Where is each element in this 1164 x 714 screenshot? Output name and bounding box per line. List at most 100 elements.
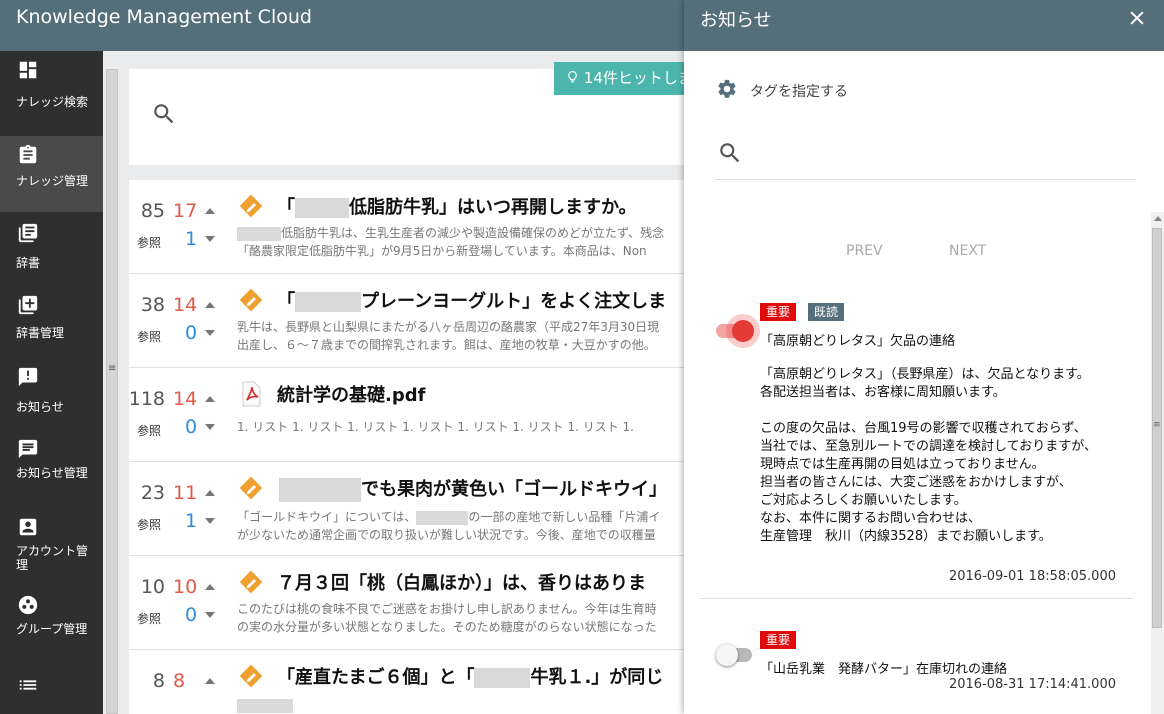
sidebar-item-knowledge-admin[interactable]: ナレッジ管理: [0, 136, 103, 212]
result-row[interactable]: 85 17 参照 1 「 低脂肪牛乳」はいつ再開しますか。 低脂肪牛乳は、生乳生産…: [129, 180, 689, 274]
title-part: 牛乳１.」が同じ: [530, 667, 664, 688]
sidebar-item-knowledge-search[interactable]: ナレッジ検索: [0, 51, 103, 136]
dislike-arrow-icon[interactable]: [205, 236, 215, 242]
sidebar-item-dictionary[interactable]: 辞書: [0, 212, 103, 282]
like-count: 14: [173, 294, 198, 316]
notice-date: 2016-09-01 18:58:05.000: [948, 569, 1116, 584]
result-title[interactable]: 「 低脂肪牛乳」はいつ再開しますか。: [277, 193, 637, 219]
result-row[interactable]: 118 14 参照 0 統計学の基礎.pdf 1. リスト 1. リスト 1. …: [129, 368, 689, 462]
like-count: 14: [173, 388, 198, 410]
like-arrow-icon[interactable]: [205, 208, 215, 214]
result-title[interactable]: 「産直たまご６個」と「 牛乳１.」が同じ: [277, 663, 663, 689]
knowledge-icon: [239, 664, 263, 688]
result-title[interactable]: 統計学の基礎.pdf: [277, 381, 425, 407]
result-snippet: 1. リスト 1. リスト 1. リスト 1. リスト 1. リスト 1. リス…: [237, 418, 634, 436]
read-toggle[interactable]: [716, 644, 752, 666]
hit-count-badge: 14件ヒットしました: [554, 62, 689, 95]
result-title[interactable]: 「 プレーンヨーグルト」をよく注文しま: [277, 287, 666, 313]
result-row[interactable]: 23 11 参照 1 でも果肉が黄色い「ゴールドキウイ」 「ゴールドキウイ」につ…: [129, 462, 689, 556]
snippet-line: の実の水分量が多い状態となりました。そのため糖度がのらない状態になった: [237, 620, 657, 634]
like-arrow-icon[interactable]: [205, 396, 215, 402]
redacted-text: [474, 668, 531, 688]
title-part: 「産直たまご６個」と「: [277, 667, 475, 688]
ref-label: 参照: [137, 424, 162, 438]
scroll-up-arrow-icon[interactable]: [1154, 216, 1162, 221]
title-part: 「: [277, 197, 295, 218]
read-toggle[interactable]: [716, 320, 754, 342]
dislike-arrow-icon[interactable]: [205, 612, 215, 618]
notice-subject: 「山岳乳業 発酵バター」在庫切れの連絡: [760, 662, 1008, 677]
sidebar-item-label: ナレッジ検索: [16, 95, 89, 109]
announcement-icon: [18, 367, 38, 387]
result-snippet: 乳牛は、長野県と山梨県にまたがる八ヶ岳周辺の酪農家（平成27年3月30日現 出産…: [237, 318, 659, 354]
sidebar-item-notices[interactable]: お知らせ: [0, 352, 103, 422]
snippet-line: このたびは桃の食味不良でご迷惑をお掛けし申し訳ありません。今年は生育時: [237, 602, 657, 616]
book-icon: [18, 223, 38, 243]
like-arrow-icon[interactable]: [205, 490, 215, 496]
group-icon: [18, 595, 38, 615]
important-badge: 重要: [760, 631, 797, 649]
ref-label: 参照: [137, 330, 162, 344]
search-icon[interactable]: [151, 101, 177, 127]
like-arrow-icon[interactable]: [205, 584, 215, 590]
notice-panel-title: お知らせ: [700, 10, 772, 31]
gear-icon: [718, 79, 736, 98]
next-button[interactable]: NEXT: [949, 243, 986, 259]
snippet-line: 低脂肪牛乳は、生乳生産者の減少や製造設備確保のめどが立たず、残念: [281, 226, 665, 240]
title-part: でも果肉が黄色い「ゴールドキウイ」: [361, 479, 667, 500]
dislike-count: 0: [185, 604, 198, 626]
redacted-text: [295, 292, 361, 312]
sidebar-item-label: ナレッジ管理: [16, 174, 89, 188]
ref-label: 参照: [137, 236, 162, 250]
close-icon[interactable]: [1127, 8, 1147, 28]
sidebar-item-label: 辞書管理: [16, 326, 65, 340]
sidebar-item-more[interactable]: [0, 654, 103, 714]
like-count: 8: [173, 670, 186, 692]
title-part: 低脂肪牛乳」はいつ再開しますか。: [349, 197, 637, 218]
toggle-knob: [716, 644, 738, 666]
sidebar-item-notices-admin[interactable]: お知らせ管理: [0, 422, 103, 498]
result-row[interactable]: 10 10 参照 0 ７月３回「桃（白鳳ほか）」は、香りはありま このたびは桃の…: [129, 556, 689, 650]
knowledge-icon: [239, 288, 263, 312]
notice-item[interactable]: 重要 「山岳乳業 発酵バター」在庫切れの連絡 2016-08-31 17:14:…: [700, 631, 1133, 714]
result-snippet: 低脂肪牛乳は、生乳生産者の減少や製造設備確保のめどが立たず、残念 「酪農家限定低…: [237, 224, 664, 260]
dislike-arrow-icon[interactable]: [205, 518, 215, 524]
search-icon[interactable]: [717, 140, 743, 166]
sidebar-item-label: グループ管理: [16, 622, 88, 636]
result-row[interactable]: 8 8 「産直たまご６個」と「 牛乳１.」が同じ: [129, 650, 689, 714]
redacted-text: [295, 198, 349, 218]
like-arrow-icon[interactable]: [205, 302, 215, 308]
notice-item[interactable]: 重要 既読 「高原朝どりレタス」欠品の連絡 「高原朝どりレタス」（長野県産）は、…: [700, 303, 1133, 593]
result-row[interactable]: 38 14 参照 0 「 プレーンヨーグルト」をよく注文しま 乳牛は、長野県と山梨…: [129, 274, 689, 368]
notice-subject: 「高原朝どりレタス」欠品の連絡: [760, 334, 956, 349]
view-count: 118: [129, 388, 165, 410]
dislike-count: 1: [185, 228, 198, 250]
notice-search-field[interactable]: [715, 128, 1136, 180]
sidebar-item-group-admin[interactable]: グループ管理: [0, 576, 103, 654]
sidebar-splitter[interactable]: ≡: [103, 51, 120, 714]
dislike-count: 0: [185, 322, 198, 344]
like-count: 11: [173, 482, 198, 504]
redacted-text: [416, 510, 469, 525]
splitter-bar[interactable]: [106, 69, 118, 714]
result-title[interactable]: ７月３回「桃（白鳳ほか）」は、香りはありま: [277, 569, 646, 595]
dislike-arrow-icon[interactable]: [205, 424, 215, 430]
redacted-text: [237, 698, 293, 713]
like-arrow-icon[interactable]: [205, 678, 215, 684]
result-snippet: 「ゴールドキウイ」については、 の一部の産地で新しい品種「片浦イ が少ないため通常…: [237, 508, 660, 544]
notice-panel: お知らせ タグを指定する PREV NEXT 重要 既読 「高原朝どりレタス」欠…: [684, 0, 1164, 714]
hit-count-text: 14件ヒットしました: [583, 69, 689, 87]
title-part: 「: [277, 291, 295, 312]
sidebar: ナレッジ検索 ナレッジ管理 辞書 辞書管理 お知らせ お知らせ管理 アカウント管…: [0, 51, 103, 714]
library-add-icon: [18, 295, 38, 315]
sidebar-item-dictionary-admin[interactable]: 辞書管理: [0, 282, 103, 352]
view-count: 23: [140, 482, 165, 504]
view-count: 38: [140, 294, 165, 316]
sidebar-item-account-admin[interactable]: アカウント管理: [0, 498, 103, 576]
dislike-arrow-icon[interactable]: [205, 330, 215, 336]
knowledge-icon: [239, 476, 263, 500]
result-title[interactable]: でも果肉が黄色い「ゴールドキウイ」: [279, 475, 667, 502]
prev-button[interactable]: PREV: [846, 243, 883, 259]
snippet-line: 1. リスト 1. リスト 1. リスト 1. リスト 1. リスト 1. リス…: [237, 420, 634, 434]
notice-scrollbar[interactable]: ≡: [1151, 212, 1164, 714]
